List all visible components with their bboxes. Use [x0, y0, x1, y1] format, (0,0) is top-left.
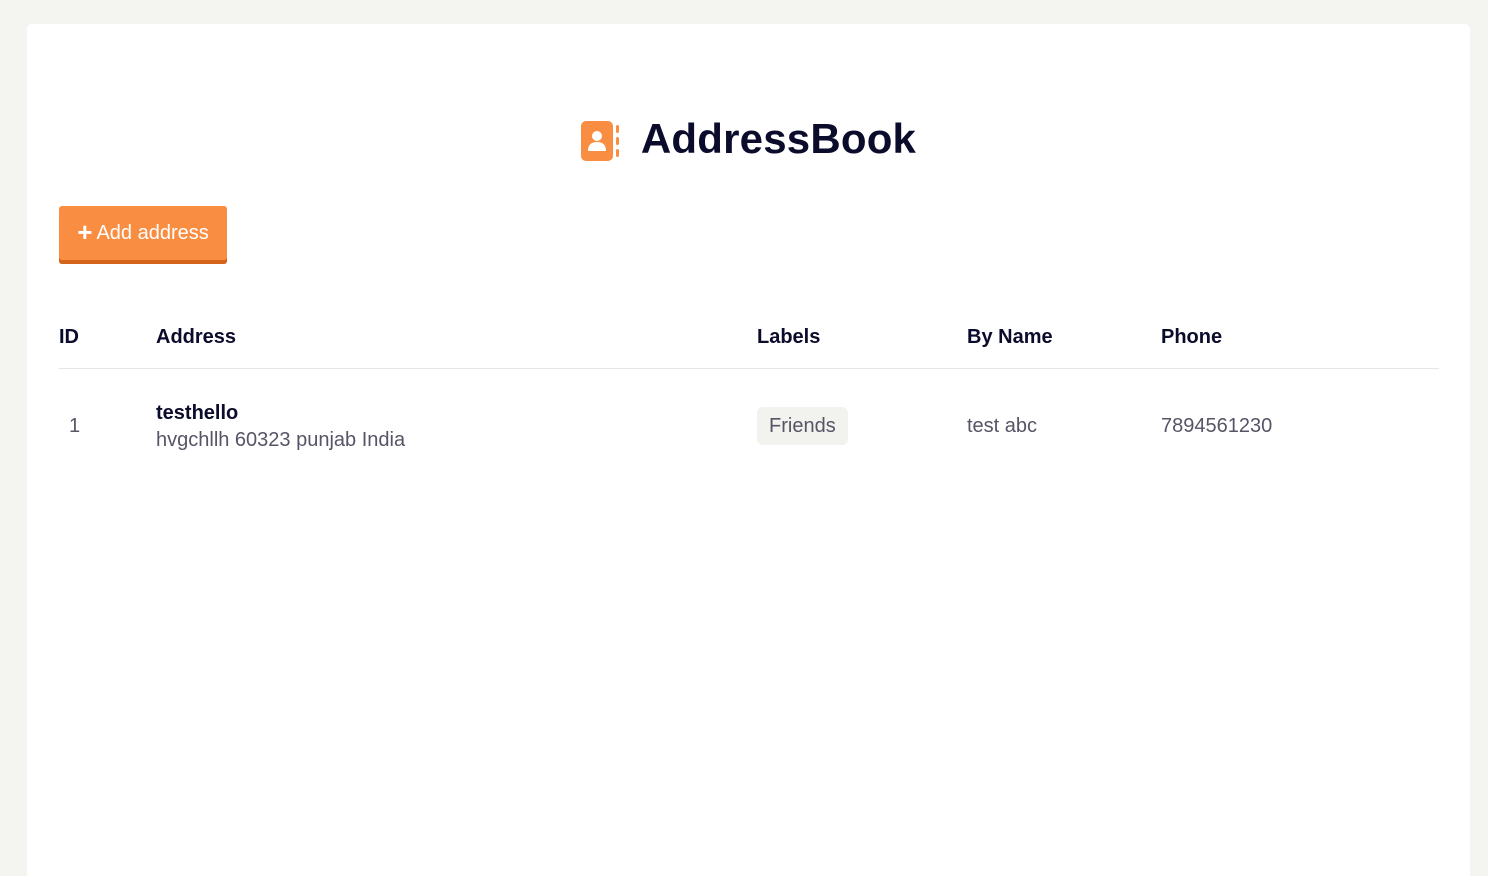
table-header: ID Address Labels By Name Phone — [59, 314, 1439, 369]
main-card: AddressBook + Add address ID Address Lab… — [27, 24, 1470, 876]
header-phone: Phone — [1161, 326, 1223, 348]
header-by-name: By Name — [967, 326, 1053, 348]
table-row[interactable]: 1 testhello hvgchllh 60323 punjab India … — [59, 369, 1439, 485]
label-badge: Friends — [757, 407, 848, 445]
plus-icon: + — [77, 217, 93, 247]
header-labels: Labels — [757, 326, 821, 348]
row-phone: 7894561230 — [1161, 415, 1273, 437]
page-header: AddressBook — [27, 112, 1470, 166]
row-id: 1 — [69, 415, 81, 437]
row-by-name: test abc — [967, 415, 1038, 437]
address-title: testhello — [156, 402, 239, 424]
header-address: Address — [156, 326, 237, 348]
add-address-label: Add address — [96, 221, 209, 244]
add-address-button[interactable]: + Add address — [59, 206, 227, 264]
header-id: ID — [59, 326, 79, 348]
address-detail: hvgchllh 60323 punjab India — [156, 429, 406, 451]
address-table: ID Address Labels By Name Phone 1 testhe… — [59, 314, 1439, 485]
address-book-icon — [580, 121, 619, 161]
page-title: AddressBook — [640, 115, 917, 162]
